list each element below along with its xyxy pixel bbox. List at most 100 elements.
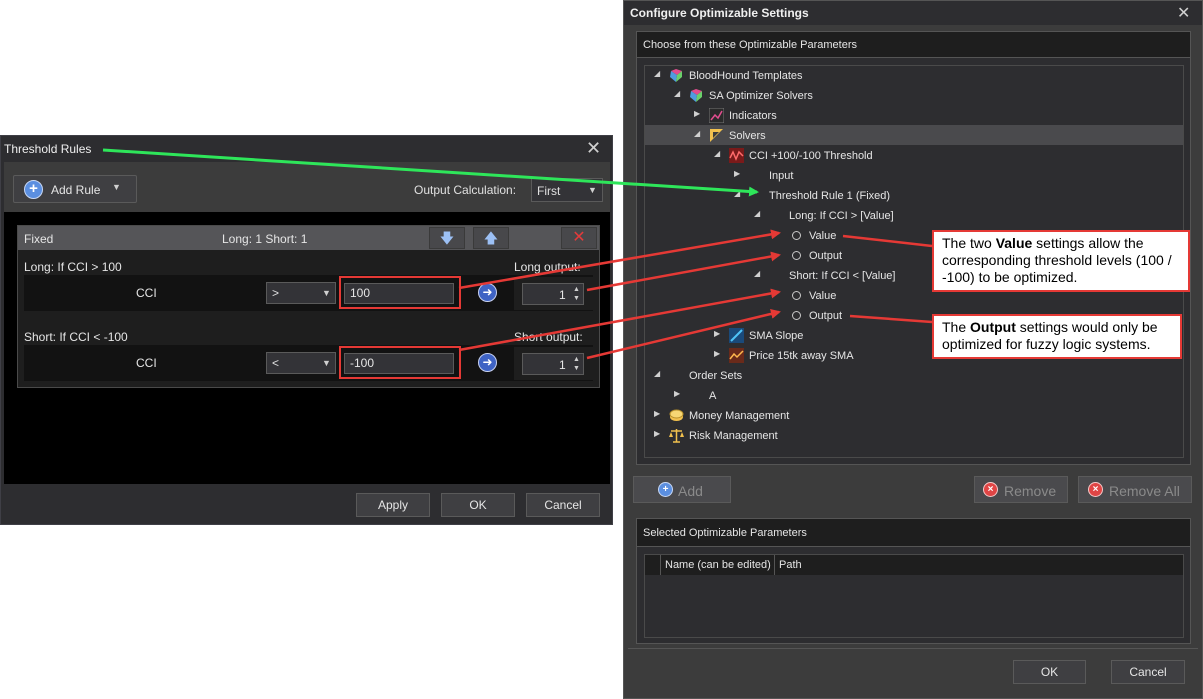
callout-bold-text: Output xyxy=(970,319,1016,335)
tree-collapsed-icon[interactable]: ▶ xyxy=(714,349,720,358)
short-threshold-input[interactable]: -100 xyxy=(344,353,454,374)
tree-item-label: Value xyxy=(809,230,837,242)
close-icon[interactable]: ✕ xyxy=(586,138,601,159)
tree-item-label: Output xyxy=(809,310,843,322)
selected-parameters-table: Name (can be edited) Path xyxy=(644,554,1184,638)
tree-collapsed-icon[interactable]: ▶ xyxy=(654,409,660,418)
spinner-icon[interactable]: ▲ ▼ xyxy=(573,285,580,303)
tree-collapsed-icon[interactable]: ▶ xyxy=(734,169,740,178)
tree-item-label: Input xyxy=(769,170,794,182)
choose-parameters-title: Choose from these Optimizable Parameters xyxy=(643,39,857,51)
scales-icon xyxy=(669,429,684,443)
sma-slope-icon xyxy=(729,328,744,343)
spinner-icon[interactable]: ▲ ▼ xyxy=(573,355,580,373)
selected-parameters-group: Selected Optimizable Parameters Name (ca… xyxy=(636,518,1191,644)
delete-x-icon: ✕ xyxy=(572,229,586,246)
tree-expanded-icon[interactable]: ◢ xyxy=(694,129,700,138)
move-up-button[interactable]: 🡅 xyxy=(473,227,509,249)
long-output-stepper[interactable]: 1 ▲ ▼ xyxy=(522,283,584,305)
long-threshold-input[interactable]: 100 xyxy=(344,283,454,304)
arrow-right-circle-icon[interactable]: ➜ xyxy=(478,353,497,372)
long-threshold-highlight: 100 xyxy=(339,276,461,309)
tree-item-label: Risk Management xyxy=(689,430,778,442)
tree-expanded-icon[interactable]: ◢ xyxy=(754,209,760,218)
callout-value-settings: The two Value settings allow the corresp… xyxy=(932,230,1190,292)
tree-expanded-icon[interactable]: ◢ xyxy=(754,269,760,278)
ok-button[interactable]: OK xyxy=(441,493,515,517)
rule-summary: Long: 1 Short: 1 xyxy=(222,232,308,246)
short-indicator-name: CCI xyxy=(136,356,157,370)
radio-button[interactable] xyxy=(792,251,801,260)
column-header-name[interactable]: Name (can be edited) xyxy=(661,555,775,575)
add-rule-label: Add Rule xyxy=(51,183,101,197)
configure-ok-button[interactable]: OK xyxy=(1013,660,1086,684)
tree-expanded-icon[interactable]: ◢ xyxy=(654,369,660,378)
tree-collapsed-icon[interactable]: ▶ xyxy=(674,389,680,398)
callout-text: The two xyxy=(942,235,996,251)
move-down-button[interactable]: 🡇 xyxy=(429,227,465,249)
close-icon[interactable]: ✕ xyxy=(1177,3,1190,23)
configure-titlebar: Configure Optimizable Settings ✕ xyxy=(624,1,1202,25)
configure-cancel-button[interactable]: Cancel xyxy=(1111,660,1185,684)
arrow-down-icon: 🡇 xyxy=(439,230,455,246)
delete-rule-button[interactable]: ✕ xyxy=(561,227,597,249)
tree-expanded-icon[interactable]: ◢ xyxy=(654,69,660,78)
column-header-path[interactable]: Path xyxy=(775,555,1183,575)
tree-expanded-icon[interactable]: ◢ xyxy=(714,149,720,158)
short-output-stepper[interactable]: 1 ▲ ▼ xyxy=(522,353,584,375)
tree-collapsed-icon[interactable]: ▶ xyxy=(654,429,660,438)
radio-button[interactable] xyxy=(792,311,801,320)
arrow-right-circle-icon[interactable]: ➜ xyxy=(478,283,497,302)
indicators-icon xyxy=(709,108,724,123)
tree-expanded-icon[interactable]: ◢ xyxy=(734,189,740,198)
footer-divider xyxy=(628,648,1198,649)
radio-button[interactable] xyxy=(792,231,801,240)
solvers-icon xyxy=(710,129,723,142)
output-calculation-select[interactable]: First ▼ xyxy=(531,178,603,202)
output-calculation-value: First xyxy=(537,184,561,198)
threshold-rules-title: Threshold Rules xyxy=(4,142,92,156)
selected-parameters-title: Selected Optimizable Parameters xyxy=(643,527,807,539)
rule-panel: Fixed Long: 1 Short: 1 🡇 🡅 ✕ Long: If CC… xyxy=(17,225,600,388)
remove-all-button[interactable]: × Remove All xyxy=(1078,476,1192,503)
callout-bold-text: Value xyxy=(995,235,1033,251)
tree-collapsed-icon[interactable]: ▶ xyxy=(714,329,720,338)
tree-item-label: Value xyxy=(809,290,837,302)
remove-all-label: Remove All xyxy=(1109,483,1180,499)
short-threshold-highlight: -100 xyxy=(339,346,461,379)
chevron-down-icon[interactable]: ▼ xyxy=(112,182,121,192)
add-rule-button[interactable]: + Add Rule ▼ xyxy=(13,175,137,203)
callout-output-settings: The Output settings would only be optimi… xyxy=(932,314,1182,359)
tree-item-label: Long: If CCI > [Value] xyxy=(789,210,894,222)
tree-item-label: Threshold Rule 1 (Fixed) xyxy=(769,190,891,202)
tree-item-label: Order Sets xyxy=(689,370,743,382)
short-condition-label: Short: If CCI < -100 xyxy=(24,330,128,344)
short-output-label: Short output: xyxy=(514,330,583,344)
configure-title: Configure Optimizable Settings xyxy=(630,6,809,20)
long-operator-select[interactable]: > ▼ xyxy=(266,282,336,304)
radio-button[interactable] xyxy=(792,291,801,300)
chevron-down-icon: ▼ xyxy=(588,185,597,195)
tree-collapsed-icon[interactable]: ▶ xyxy=(694,109,700,118)
cancel-button[interactable]: Cancel xyxy=(526,493,600,517)
output-calculation-label: Output Calculation: xyxy=(414,183,517,197)
tree-expanded-icon[interactable]: ◢ xyxy=(674,89,680,98)
tree-item-label: BloodHound Templates xyxy=(689,70,803,82)
bloodhound-icon xyxy=(670,69,682,82)
apply-button[interactable]: Apply xyxy=(356,493,430,517)
plus-circle-icon: + xyxy=(24,180,43,199)
remove-circle-icon: × xyxy=(1088,482,1103,497)
tree-item-label: Output xyxy=(809,250,843,262)
arrow-up-icon: 🡅 xyxy=(483,230,499,246)
price-sma-icon xyxy=(729,348,744,363)
tree-selection-highlight xyxy=(645,125,1183,145)
add-parameter-button[interactable]: + Add xyxy=(633,476,731,503)
short-operator-select[interactable]: < ▼ xyxy=(266,352,336,374)
tree-item-label: A xyxy=(709,390,717,402)
remove-parameter-button[interactable]: × Remove xyxy=(974,476,1068,503)
threshold-toolbar: + Add Rule ▼ Output Calculation: First ▼ xyxy=(4,162,610,212)
callout-text: The xyxy=(942,319,971,335)
long-output-label: Long output: xyxy=(514,260,581,274)
threshold-footer: Apply OK Cancel xyxy=(4,484,610,524)
solver-group-icon xyxy=(690,89,702,102)
